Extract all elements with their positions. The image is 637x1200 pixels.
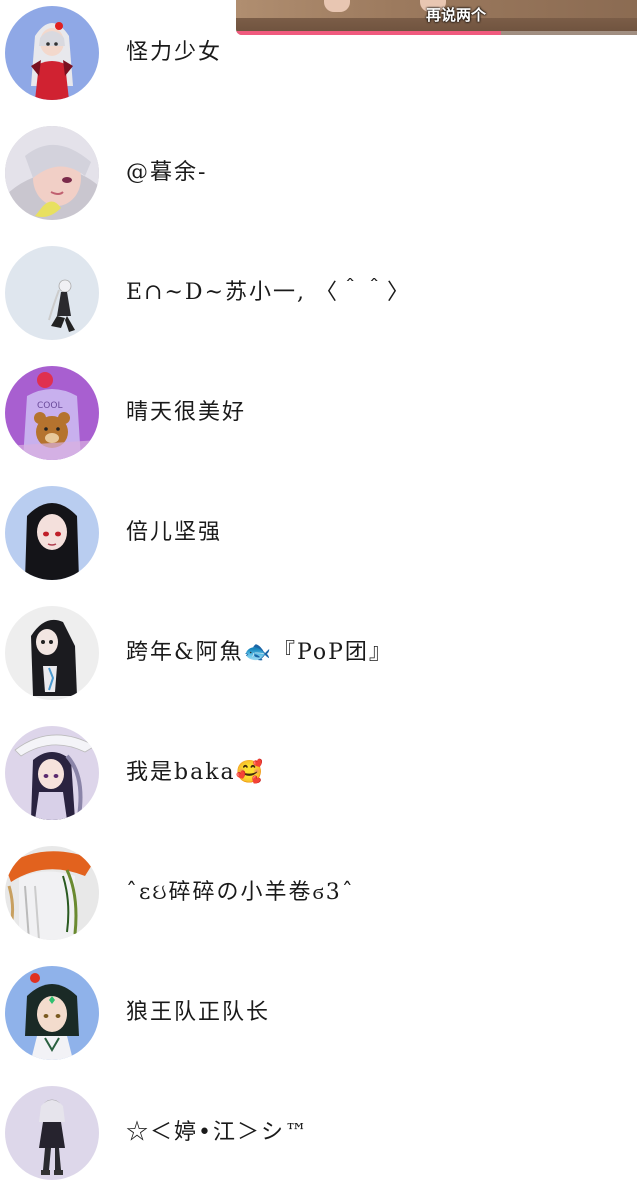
avatar-icon-white-haired-girl-red-dress[interactable] xyxy=(5,6,99,100)
user-row[interactable]: 我是baka🥰 xyxy=(0,720,637,840)
user-row[interactable]: ˆεઇ碎碎の小羊卷ϭ3ˆ xyxy=(0,840,637,960)
user-row[interactable]: 狼王队正队长 xyxy=(0,960,637,1080)
user-name: 怪力少女 xyxy=(126,40,223,65)
user-row[interactable]: E∩~D~苏小一, 〈＾＾〉 xyxy=(0,240,637,360)
user-row[interactable]: 倍儿坚强 xyxy=(0,480,637,600)
user-name: 跨年&阿魚🐟『PoP团』 xyxy=(126,640,393,665)
user-name: 狼王队正队长 xyxy=(126,1000,271,1025)
avatar-icon-orange-hat-character[interactable] xyxy=(5,846,99,940)
user-name: @暮余- xyxy=(126,160,208,185)
avatar-icon-bear-hoodie[interactable]: COOL xyxy=(5,366,99,460)
user-name: 我是baka🥰 xyxy=(126,760,266,785)
avatar-icon-black-haired-girl[interactable] xyxy=(5,486,99,580)
user-name: 倍儿坚强 xyxy=(126,520,223,545)
user-row[interactable]: @暮余- xyxy=(0,120,637,240)
avatar-icon-black-hooded-chibi[interactable] xyxy=(5,606,99,700)
avatar-icon-green-haired-boy[interactable] xyxy=(5,966,99,1060)
user-name: 晴天很美好 xyxy=(126,400,247,425)
avatar-icon-standing-chibi[interactable] xyxy=(5,1086,99,1180)
avatar-icon-umbrella-girl[interactable] xyxy=(5,726,99,820)
avatar-icon-silver-haired-girl[interactable] xyxy=(5,126,99,220)
user-row[interactable]: ☆＜婷•江＞シ™ xyxy=(0,1080,637,1200)
svg-text:COOL: COOL xyxy=(37,401,62,411)
user-row[interactable]: 怪力少女 xyxy=(0,0,637,120)
user-row[interactable]: COOL 晴天很美好 xyxy=(0,360,637,480)
user-name: ☆＜婷•江＞シ™ xyxy=(126,1120,309,1145)
user-row[interactable]: 跨年&阿魚🐟『PoP团』 xyxy=(0,600,637,720)
user-name: ˆεઇ碎碎の小羊卷ϭ3ˆ xyxy=(126,880,355,905)
avatar-icon-small-dark-figure[interactable] xyxy=(5,246,99,340)
user-name: E∩~D~苏小一, 〈＾＾〉 xyxy=(126,280,411,305)
